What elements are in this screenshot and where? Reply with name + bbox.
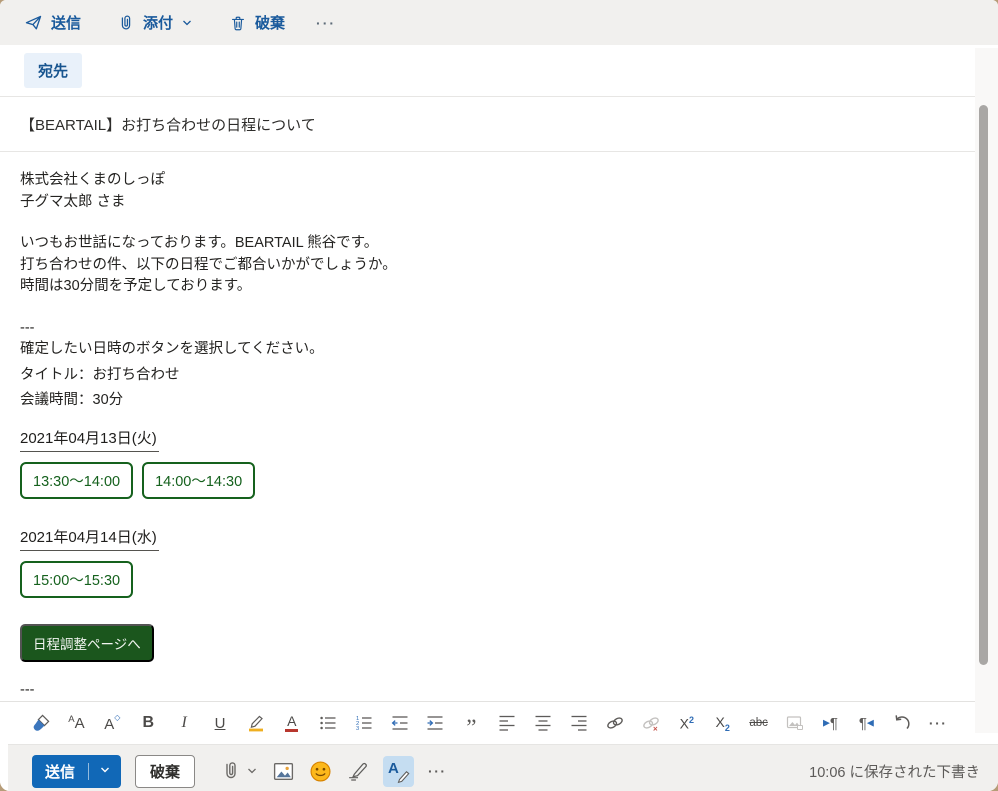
meeting-title-line: タイトル：お打ち合わせ xyxy=(20,366,180,383)
chevron-down-icon xyxy=(181,17,193,29)
more-icon[interactable]: ··· xyxy=(925,708,952,738)
send-split-button: 送信 xyxy=(32,754,122,788)
ink-pen-icon[interactable] xyxy=(346,760,369,782)
draft-saved-status: 10:06 に保存された下書き xyxy=(809,764,980,781)
align-right-icon[interactable] xyxy=(566,708,593,738)
time-slot-button[interactable]: 14:00～14:30 xyxy=(142,461,256,499)
date-heading: 2021年04月13日(火) xyxy=(20,426,159,452)
mail-compose-window: 送信 添付 破棄 ··· 宛先 【BEARTAIL】お打ち合わせの日程について … xyxy=(0,0,998,791)
paperclip-icon[interactable] xyxy=(221,761,241,781)
undo-icon[interactable] xyxy=(889,708,916,738)
svg-text:3: 3 xyxy=(356,726,359,732)
more-options-icon[interactable]: ··· xyxy=(306,9,346,37)
insert-image-icon[interactable] xyxy=(272,760,295,783)
increase-indent-icon[interactable] xyxy=(422,708,449,738)
recipients-row: 宛先 xyxy=(0,45,975,97)
text-highlight-icon[interactable] xyxy=(242,708,269,738)
bottom-bar-icons: A ··· xyxy=(221,755,447,787)
greeting-line: 子グマ太郎 さま xyxy=(20,193,126,210)
schedule-page-button[interactable]: 日程調整ページへ xyxy=(20,623,154,662)
numbered-list-icon[interactable]: 123 xyxy=(350,708,377,738)
send-command-label: 送信 xyxy=(51,15,82,32)
bold-icon[interactable]: B xyxy=(135,708,162,738)
scrollbar-thumb[interactable] xyxy=(979,105,988,665)
quote-icon[interactable]: ” xyxy=(458,708,485,739)
send-options-chevron[interactable] xyxy=(89,755,121,788)
divider-line: --- xyxy=(20,319,35,336)
font-color-icon[interactable]: A xyxy=(278,708,305,738)
superscript-icon[interactable]: X2 xyxy=(673,708,700,738)
subject-text: 【BEARTAIL】お打ち合わせの日程について xyxy=(20,116,316,134)
time-slot-row: 13:30～14:00 14:00～14:30 xyxy=(20,461,955,499)
discard-command-label: 破棄 xyxy=(255,15,286,32)
intro-line: 打ち合わせの件、以下の日程でご都合いかがでしょうか。 xyxy=(20,256,397,273)
schedule-day-section: 2021年04月14日(水) 15:00～15:30 xyxy=(20,525,955,598)
recipients-input[interactable] xyxy=(82,45,975,96)
message-body-editor[interactable]: 株式会社くまのしっぽ 子グマ太郎 さま いつもお世話になっております。BEART… xyxy=(0,152,975,701)
time-slot-row: 15:00～15:30 xyxy=(20,560,955,598)
left-to-right-icon[interactable]: ▶¶ xyxy=(817,708,844,738)
more-options-icon[interactable]: ··· xyxy=(428,763,447,779)
paperclip-icon xyxy=(117,14,135,32)
right-to-left-icon[interactable]: ¶◀ xyxy=(853,708,880,738)
trash-icon xyxy=(229,14,247,32)
chevron-down-icon[interactable] xyxy=(246,765,258,777)
to-button[interactable]: 宛先 xyxy=(24,53,83,88)
underline-icon[interactable]: U xyxy=(207,708,234,738)
align-left-icon[interactable] xyxy=(494,708,521,738)
subscript-icon[interactable]: X2 xyxy=(709,708,736,738)
time-slot-button[interactable]: 13:30～14:00 xyxy=(20,461,134,499)
discard-command-button[interactable]: 破棄 xyxy=(218,6,296,39)
insert-link-icon[interactable] xyxy=(602,708,629,738)
intro-line: 時間は30分間を予定しております。 xyxy=(20,278,252,294)
greeting-line: 株式会社くまのしっぽ xyxy=(20,172,165,188)
formatting-toolbar: AA A◇ B I U A 1 2 3 ” × X2 X2 abc ▶¶ ¶◀ ··· xyxy=(0,701,998,744)
font-icon[interactable]: AA xyxy=(63,708,90,738)
svg-text:×: × xyxy=(653,725,658,734)
compose-content: 宛先 【BEARTAIL】お打ち合わせの日程について 株式会社くまのしっぽ 子グ… xyxy=(0,45,998,791)
send-command-button[interactable]: 送信 xyxy=(13,6,92,39)
meeting-duration-line: 会議時間：30分 xyxy=(20,392,124,408)
schedule-day-section: 2021年04月13日(火) 13:30～14:00 14:00～14:30 xyxy=(20,412,955,499)
strikethrough-icon[interactable]: abc xyxy=(745,708,772,738)
insert-image-icon[interactable] xyxy=(781,708,808,738)
divider-line: --- xyxy=(20,681,35,698)
time-slot-button[interactable]: 15:00～15:30 xyxy=(20,560,134,598)
bullet-list-icon[interactable] xyxy=(314,708,341,738)
editor-icon[interactable]: A xyxy=(383,755,415,787)
send-button[interactable]: 送信 xyxy=(32,755,88,788)
instruction-line: 確定したい日時のボタンを選択してください。 xyxy=(20,341,324,357)
align-center-icon[interactable] xyxy=(530,708,557,738)
subject-input[interactable]: 【BEARTAIL】お打ち合わせの日程について xyxy=(0,97,975,152)
date-heading: 2021年04月14日(水) xyxy=(20,525,159,551)
attach-command-label: 添付 xyxy=(143,15,174,32)
bottom-action-bar: 送信 破棄 A ··· 10:06 に保存された下書き xyxy=(8,744,998,791)
remove-link-icon[interactable]: × xyxy=(637,708,664,738)
chevron-down-icon xyxy=(99,764,111,779)
command-bar: 送信 添付 破棄 ··· xyxy=(0,0,998,45)
intro-line: いつもお世話になっております。BEARTAIL 熊谷です。 xyxy=(20,235,379,251)
emoji-icon[interactable] xyxy=(309,760,332,783)
format-painter-icon[interactable] xyxy=(27,708,54,738)
discard-button[interactable]: 破棄 xyxy=(135,754,196,788)
italic-icon[interactable]: I xyxy=(171,708,198,738)
font-size-icon[interactable]: A◇ xyxy=(99,708,126,738)
decrease-indent-icon[interactable] xyxy=(386,708,413,738)
attach-command-button[interactable]: 添付 xyxy=(106,6,204,39)
send-plane-icon xyxy=(24,13,43,32)
